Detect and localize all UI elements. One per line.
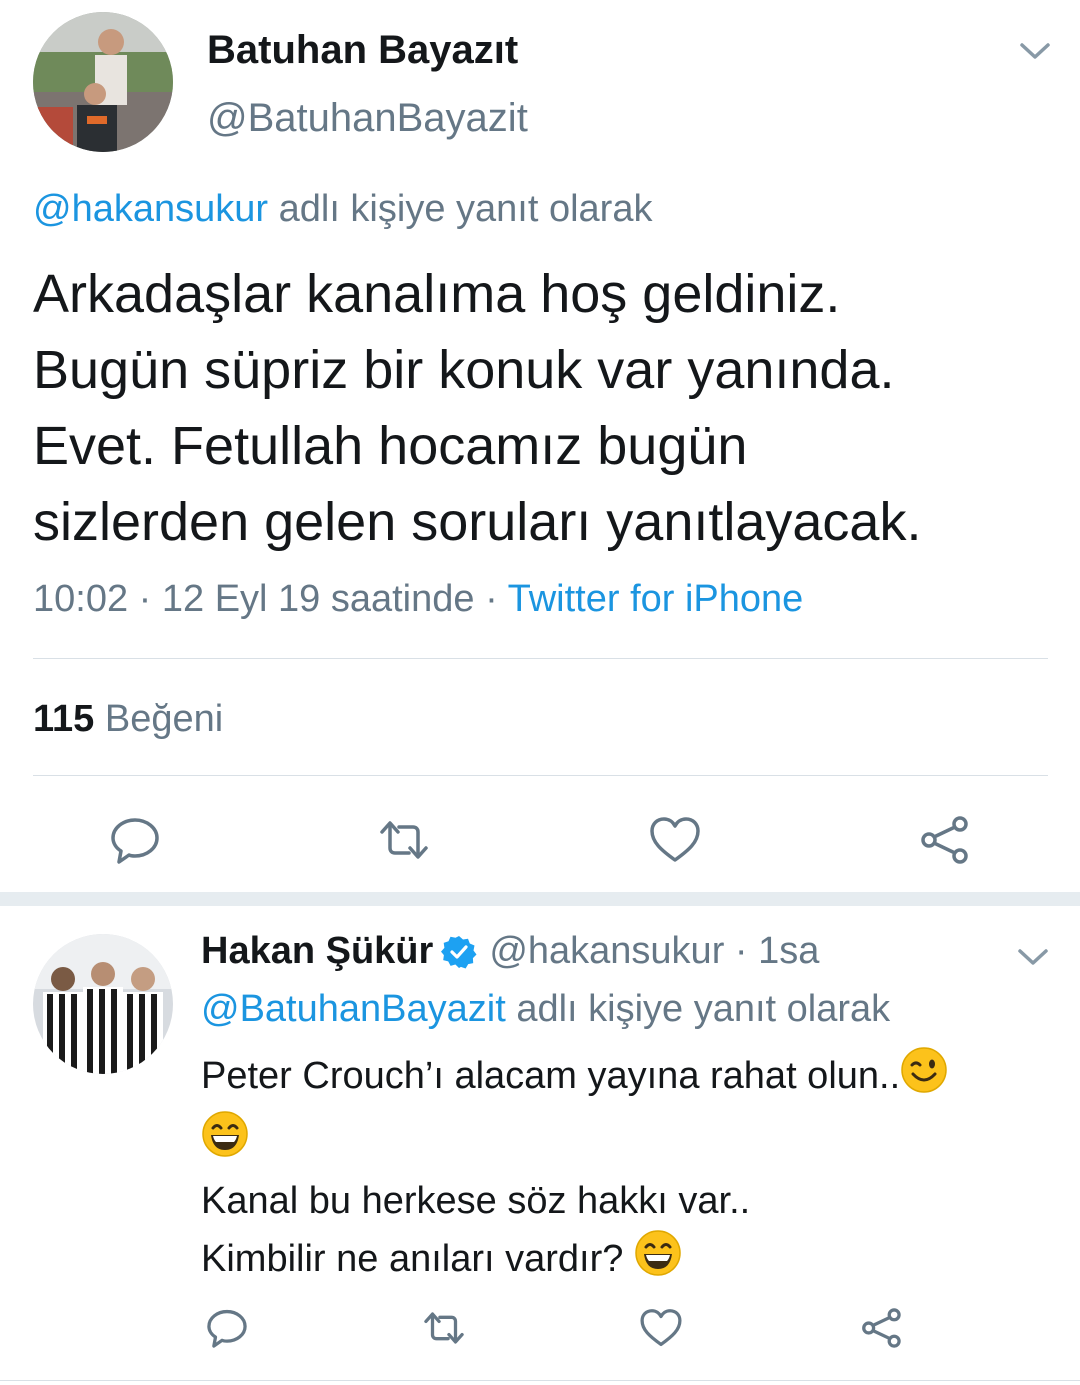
author-avatar[interactable] (33, 12, 173, 152)
reply-context-label: adlı kişiye yanıt olarak (278, 188, 653, 230)
tweet-text-line: sizlerden gelen soruları yanıtlayacak. (33, 492, 922, 552)
tweet-text-line: Bugün süpriz bir konuk var yanında. (33, 340, 895, 400)
share-icon[interactable] (916, 812, 972, 868)
divider (0, 1380, 1080, 1381)
tweet-meta: 10:02 · 12 Eyl 19 saatinde · Twitter for… (33, 578, 803, 621)
like-label: Beğeni (104, 698, 224, 740)
comment-icon[interactable] (204, 1305, 250, 1351)
reply-to-link[interactable]: @BatuhanBayazit (201, 988, 506, 1030)
comment-icon[interactable] (107, 812, 163, 868)
reply-author-avatar[interactable] (33, 934, 173, 1074)
reply-author-handle[interactable]: @hakansukur · 1sa (489, 930, 819, 973)
tweet-separator (0, 892, 1080, 906)
retweet-icon[interactable] (376, 812, 432, 868)
tweet-text-line: Evet. Fetullah hocamız bugün (33, 416, 748, 476)
reply-context: @BatuhanBayazit adlı kişiye yanıt olarak (201, 988, 890, 1031)
like-count-row[interactable]: 115 Beğeni (33, 698, 223, 741)
heart-icon[interactable] (647, 812, 703, 868)
wink-emoji-icon (900, 1046, 948, 1110)
tweet-timestamp[interactable]: 10:02 · 12 Eyl 19 saatinde · (33, 578, 498, 620)
divider (33, 775, 1048, 776)
author-name[interactable]: Batuhan Bayazıt (207, 28, 518, 73)
verified-badge-icon (441, 934, 477, 970)
divider (33, 658, 1048, 659)
reply-author-name[interactable]: Hakan Şükür (201, 930, 433, 973)
heart-icon[interactable] (638, 1305, 684, 1351)
tweet-text-line: Arkadaşlar kanalıma hoş geldiniz. (33, 264, 841, 324)
chevron-down-icon[interactable] (1016, 942, 1050, 972)
tweet-source-link[interactable]: Twitter for iPhone (508, 578, 804, 620)
reply-text: Peter Crouch’ı alacam yayına rahat olun.… (201, 1046, 1041, 1293)
reply-to-link[interactable]: @hakansukur (33, 188, 268, 230)
reply-header: Hakan Şükür @hakansukur · 1sa (201, 930, 819, 973)
reply-context: @hakansukur adlı kişiye yanıt olarak (33, 188, 652, 231)
tweet-text: Arkadaşlar kanalıma hoş geldiniz. Bugün … (33, 256, 1053, 560)
author-handle[interactable]: @BatuhanBayazit (207, 96, 528, 141)
reply-context-label: adlı kişiye yanıt olarak (516, 988, 891, 1030)
reply-text-line: Kanal bu herkese söz hakkı var.. (201, 1180, 751, 1222)
reply-text-line: Kimbilir ne anıları vardır? (201, 1238, 624, 1280)
chevron-down-icon[interactable] (1018, 36, 1052, 66)
share-icon[interactable] (858, 1305, 904, 1351)
retweet-icon[interactable] (421, 1305, 467, 1351)
like-count: 115 (33, 698, 95, 740)
grin-emoji-icon (201, 1110, 249, 1174)
grin-emoji-icon (634, 1229, 682, 1293)
reply-text-line: Peter Crouch’ı alacam yayına rahat olun.… (201, 1055, 901, 1097)
